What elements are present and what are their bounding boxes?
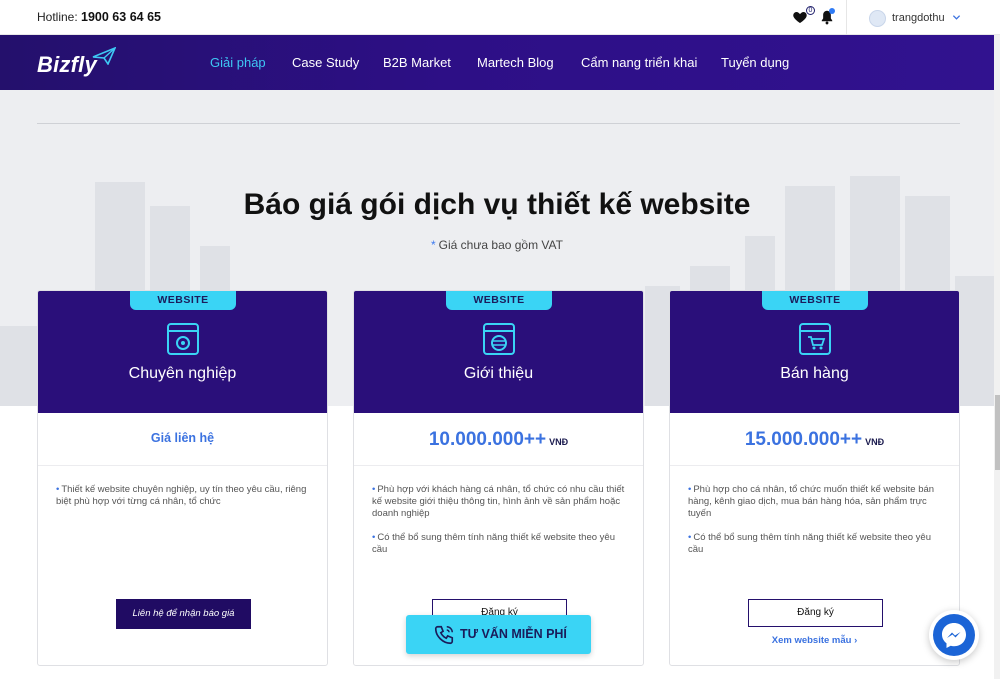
free-consult-button[interactable]: TƯ VẤN MIỄN PHÍ bbox=[406, 615, 591, 654]
note-star: * bbox=[431, 238, 436, 252]
divider bbox=[38, 465, 327, 466]
pricing-card-ban-hang: WEBSITE Bán hàng 15.000.000++ VNĐ • Phù hợ… bbox=[669, 290, 960, 666]
messenger-chat-button[interactable] bbox=[929, 610, 979, 660]
notification-dot bbox=[829, 8, 835, 14]
card-tag: WEBSITE bbox=[762, 291, 868, 310]
nav-item-case-study[interactable]: Case Study bbox=[292, 55, 359, 70]
divider bbox=[670, 465, 959, 466]
list-item: • Phù hợp với khách hàng cá nhân, tổ chức… bbox=[372, 484, 625, 519]
settings-window-icon bbox=[167, 323, 199, 355]
view-sample-link[interactable]: Xem website mẫu › bbox=[670, 635, 959, 646]
card-price: 10.000.000++ VNĐ bbox=[354, 429, 643, 451]
nav-item-giai-phap[interactable]: Giải pháp bbox=[210, 55, 266, 70]
card-price: 15.000.000++ VNĐ bbox=[670, 429, 959, 451]
paper-plane-icon bbox=[92, 47, 116, 65]
card-price: Giá liên hệ bbox=[38, 429, 327, 447]
card-description: • Phù hợp cho cá nhân, tổ chức muốn thiết… bbox=[688, 484, 946, 568]
top-bar: Hotline: 1900 63 64 65 0 trangdothu bbox=[0, 0, 1000, 35]
hotline-label: Hotline: bbox=[37, 10, 78, 24]
wishlist-count-badge: 0 bbox=[806, 6, 815, 15]
phone-icon bbox=[434, 625, 454, 645]
card-description: • Thiết kế website chuyên nghiệp, uy tín … bbox=[56, 484, 314, 520]
avatar[interactable] bbox=[869, 10, 886, 27]
vat-note: * Giá chưa bao gồm VAT bbox=[0, 238, 994, 252]
divider bbox=[354, 465, 643, 466]
scrollbar-thumb[interactable] bbox=[995, 395, 1000, 470]
card-tag: WEBSITE bbox=[130, 291, 236, 310]
intro-window-icon bbox=[483, 323, 515, 355]
list-item: • Phù hợp cho cá nhân, tổ chức muốn thiết… bbox=[688, 484, 935, 519]
list-item: • Thiết kế website chuyên nghiệp, uy tín … bbox=[56, 484, 307, 507]
price-value: 15.000.000++ bbox=[744, 429, 863, 450]
messenger-badge bbox=[933, 614, 975, 656]
list-item: • Có thể bổ sung thêm tính năng thiết kế … bbox=[372, 532, 615, 555]
divider bbox=[846, 0, 847, 35]
price-contact: Giá liên hệ bbox=[150, 431, 215, 445]
logo[interactable]: Bizfly bbox=[37, 52, 97, 78]
cta-label: TƯ VẤN MIỄN PHÍ bbox=[460, 627, 567, 641]
chevron-down-icon[interactable] bbox=[952, 13, 961, 22]
card-description: • Phù hợp với khách hàng cá nhân, tổ chức… bbox=[372, 484, 630, 568]
card-title: Chuyên nghiệp bbox=[128, 365, 237, 382]
pricing-card-chuyen-nghiep: WEBSITE Chuyên nghiệp Giá liên hệ • Thiết… bbox=[37, 290, 328, 666]
page-title: Báo giá gói dịch vụ thiết kế website bbox=[243, 188, 751, 221]
card-title: Bán hàng bbox=[780, 365, 849, 382]
divider bbox=[37, 123, 960, 124]
nav-item-cam-nang[interactable]: Cẩm nang triển khai bbox=[581, 55, 697, 70]
card-title: Giới thiệu bbox=[463, 365, 534, 382]
cart-window-icon bbox=[799, 323, 831, 355]
hotline: Hotline: 1900 63 64 65 bbox=[37, 10, 161, 24]
main-nav: Bizfly Giải pháp Case Study B2B Market M… bbox=[0, 35, 1000, 90]
list-item: • Có thể bổ sung thêm tính năng thiết kế … bbox=[688, 532, 931, 555]
price-unit: VNĐ bbox=[865, 437, 885, 447]
card-tag: WEBSITE bbox=[446, 291, 552, 310]
register-button[interactable]: Đăng ký bbox=[748, 599, 883, 627]
price-unit: VNĐ bbox=[549, 437, 569, 447]
note-text: Giá chưa bao gồm VAT bbox=[438, 238, 563, 252]
messenger-icon bbox=[942, 623, 966, 648]
scrollbar-track[interactable] bbox=[994, 35, 1000, 679]
hotline-number[interactable]: 1900 63 64 65 bbox=[81, 10, 161, 24]
pricing-card-gioi-thieu: WEBSITE Giới thiệu 10.000.000++ VNĐ • Phù … bbox=[353, 290, 644, 666]
username[interactable]: trangdothu bbox=[892, 12, 945, 24]
nav-item-martech-blog[interactable]: Martech Blog bbox=[477, 55, 554, 70]
price-value: 10.000.000++ bbox=[428, 429, 547, 450]
nav-item-tuyen-dung[interactable]: Tuyển dụng bbox=[721, 55, 789, 70]
contact-quote-button[interactable]: Liên hệ để nhận báo giá bbox=[116, 599, 251, 629]
nav-item-b2b-market[interactable]: B2B Market bbox=[383, 55, 451, 70]
